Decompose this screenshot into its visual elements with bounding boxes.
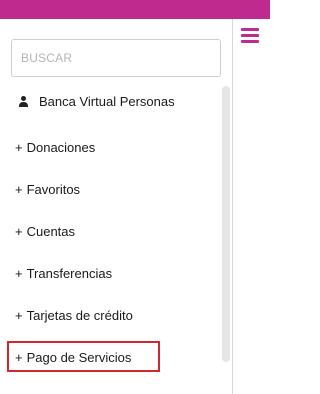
nav-item-label: Tarjetas de crédito — [26, 307, 133, 323]
nav-item-donaciones[interactable]: + Donaciones — [15, 137, 95, 157]
menu-line — [241, 28, 259, 31]
top-bar — [0, 0, 270, 19]
nav-item-label: Transferencias — [26, 265, 113, 281]
nav-item-label: Donaciones — [26, 139, 96, 155]
nav-item-transferencias[interactable]: + Transferencias — [15, 263, 112, 283]
user-icon — [19, 95, 28, 107]
nav-item-label: Favoritos — [26, 181, 81, 197]
nav-item-label: Cuentas — [26, 223, 76, 239]
menu-line — [241, 40, 259, 43]
expand-plus-icon: + — [15, 139, 23, 155]
expand-plus-icon: + — [15, 181, 23, 197]
menu-line — [241, 34, 259, 37]
hamburger-menu-icon[interactable] — [241, 27, 259, 45]
search-input[interactable] — [11, 39, 221, 77]
expand-plus-icon: + — [15, 223, 23, 239]
expand-plus-icon: + — [15, 265, 23, 281]
main-content — [233, 19, 270, 394]
user-label: Banca Virtual Personas — [39, 93, 175, 109]
highlight-box — [7, 341, 160, 372]
user-section[interactable]: Banca Virtual Personas — [19, 92, 175, 110]
nav-item-tarjetas-de-credito[interactable]: + Tarjetas de crédito — [15, 305, 133, 325]
expand-plus-icon: + — [15, 307, 23, 323]
sidebar-scrollbar[interactable] — [222, 86, 230, 362]
nav-item-cuentas[interactable]: + Cuentas — [15, 221, 75, 241]
nav-item-favoritos[interactable]: + Favoritos — [15, 179, 80, 199]
